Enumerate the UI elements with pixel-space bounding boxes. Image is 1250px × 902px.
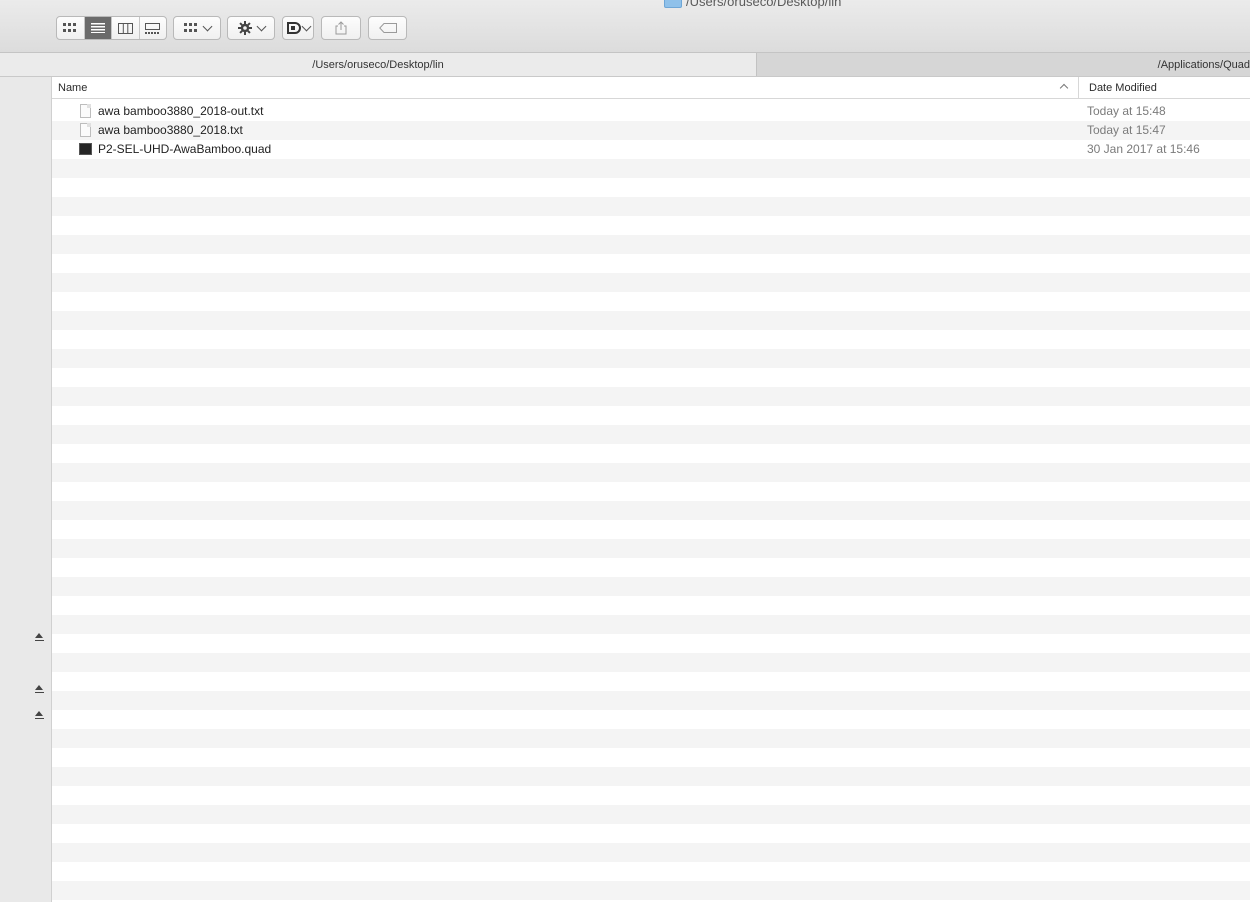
window-title-text: /Users/oruseco/Desktop/lin	[686, 0, 842, 9]
date-column-header[interactable]: Date Modified	[1078, 77, 1250, 98]
list-view-icon	[90, 23, 105, 33]
icon-view-button[interactable]	[57, 17, 85, 39]
name-column-label: Name	[58, 81, 88, 94]
column-header: Name Date Modified	[52, 77, 1250, 99]
view-mode-switcher	[56, 16, 167, 40]
eject-icon[interactable]	[35, 711, 44, 720]
file-name: awa bamboo3880_2018.txt	[98, 123, 243, 137]
list-item[interactable]: awa bamboo3880_2018.txt Today at 15:47	[52, 121, 1250, 140]
file-date: Today at 15:48	[1087, 104, 1166, 118]
name-column-header[interactable]: Name	[58, 77, 1076, 98]
folder-icon	[664, 0, 682, 8]
list-item[interactable]: P2-SEL-UHD-AwaBamboo.quad 30 Jan 2017 at…	[52, 140, 1250, 159]
file-list: awa bamboo3880_2018-out.txt Today at 15:…	[52, 102, 1250, 902]
share-button[interactable]	[321, 16, 361, 40]
eject-icon[interactable]	[35, 685, 44, 694]
sidebar	[0, 77, 52, 902]
icon-view-icon	[63, 23, 77, 32]
chevron-down-icon	[301, 21, 311, 31]
terminal-document-icon	[79, 143, 92, 155]
tag-icon	[378, 23, 397, 33]
gallery-view-button[interactable]	[140, 17, 167, 39]
eject-icon[interactable]	[35, 633, 44, 642]
column-view-icon	[117, 22, 133, 34]
text-document-icon	[80, 123, 91, 137]
group-by-icon	[183, 23, 197, 32]
path-tab-left[interactable]: /Users/oruseco/Desktop/lin	[0, 53, 757, 76]
window-title: /Users/oruseco/Desktop/lin	[664, 0, 842, 9]
file-date: 30 Jan 2017 at 15:46	[1087, 142, 1200, 156]
column-view-button[interactable]	[112, 17, 140, 39]
path-tab-right[interactable]: /Applications/Quad	[757, 53, 1250, 76]
text-document-icon	[80, 104, 91, 118]
dropbox-icon	[286, 22, 301, 34]
dropbox-button[interactable]	[282, 16, 314, 40]
list-item[interactable]: awa bamboo3880_2018-out.txt Today at 15:…	[52, 102, 1250, 121]
date-column-label: Date Modified	[1089, 81, 1157, 94]
path-tab-left-label: /Users/oruseco/Desktop/lin	[312, 58, 444, 71]
tag-button[interactable]	[368, 16, 407, 40]
share-icon	[335, 21, 347, 35]
list-view-button[interactable]	[84, 17, 112, 39]
gallery-view-icon	[145, 22, 161, 34]
file-name: awa bamboo3880_2018-out.txt	[98, 104, 264, 118]
file-date: Today at 15:47	[1087, 123, 1166, 137]
file-name: P2-SEL-UHD-AwaBamboo.quad	[98, 142, 272, 156]
path-bar: /Users/oruseco/Desktop/lin /Applications…	[0, 53, 1250, 77]
action-menu-button[interactable]	[227, 16, 275, 40]
toolbar: /Users/oruseco/Desktop/lin	[0, 0, 1250, 53]
path-tab-right-label: /Applications/Quad	[1157, 58, 1250, 71]
chevron-down-icon	[202, 21, 212, 31]
chevron-down-icon	[256, 21, 266, 31]
group-by-button[interactable]	[173, 16, 221, 40]
gear-icon	[237, 21, 252, 35]
